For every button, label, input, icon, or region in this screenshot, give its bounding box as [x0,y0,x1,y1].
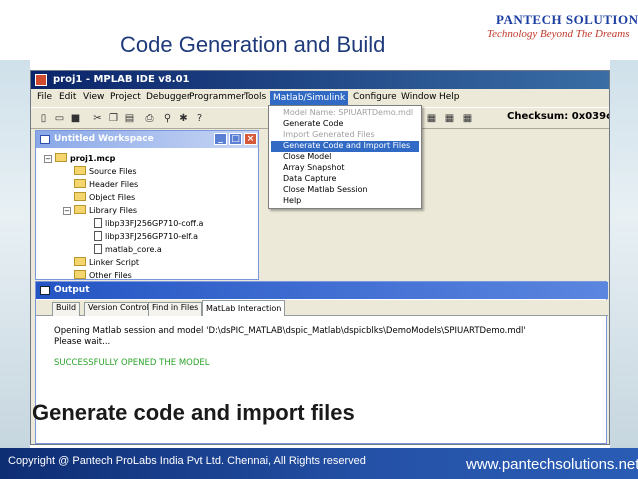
menu-item-close-model[interactable]: Close Model [271,152,419,163]
menu-item-import-generated-files: Import Generated Files [283,130,375,139]
menu-file[interactable]: File [37,92,52,102]
read-icon[interactable]: ▦ [461,112,474,125]
output-title-bar[interactable]: Output [36,282,608,299]
tree-file[interactable]: libp33FJ256GP710-elf.a [94,231,198,242]
save-icon[interactable]: ■ [69,112,82,125]
workspace-panel: Untitled Workspace _ □ × − proj1.mcp Sour… [35,130,259,280]
minimize-button[interactable]: _ [214,133,227,145]
tab-version-control[interactable]: Version Control [84,302,153,316]
menu-item-generate-code[interactable]: Generate Code [271,119,419,130]
collapse-icon[interactable]: − [44,155,52,163]
menu-matlab-simulink[interactable]: Matlab/Simulink [270,91,349,105]
ide-title-bar[interactable]: proj1 - MPLAB IDE v8.01 [31,71,609,89]
menu-tools[interactable]: Tools [244,92,266,102]
output-icon [40,286,50,295]
folder-icon [74,179,86,188]
tab-build[interactable]: Build [52,302,81,316]
decorative-right-strip [610,60,638,448]
menu-project[interactable]: Project [110,92,141,102]
print-icon[interactable]: ⎙ [143,112,156,125]
menu-window[interactable]: Window [401,92,437,102]
tree-file[interactable]: libp33FJ256GP710-coff.a [94,218,203,229]
debug-icon[interactable]: ✱ [177,112,190,125]
menu-item-array-snapshot[interactable]: Array Snapshot [271,163,419,174]
program-icon[interactable]: ▦ [425,112,438,125]
file-icon [94,218,102,228]
maximize-button[interactable]: □ [229,133,242,145]
tree-folder-source[interactable]: Source Files [74,166,137,177]
folder-icon [74,205,86,214]
workspace-icon [40,135,50,144]
footer-website: www.pantechsolutions.net [466,456,638,473]
matlab-simulink-dropdown: Model Name: SPIUARTDemo.mdl Generate Cod… [268,105,422,209]
output-tabs: Build Version Control Find in Files MatL… [36,300,608,316]
menu-item-close-matlab-session[interactable]: Close Matlab Session [271,185,419,196]
checksum-readout: Checksum: 0x039c [507,111,610,122]
menu-programmer[interactable]: Programmer [189,92,245,102]
tree-file[interactable]: matlab_core.a [94,244,162,255]
menu-edit[interactable]: Edit [59,92,76,102]
folder-icon [74,270,86,279]
folder-icon [74,166,86,175]
folder-icon [74,257,86,266]
footer-copyright: Copyright @ Pantech ProLabs India Pvt Lt… [8,455,366,467]
output-success-line: SUCCESSFULLY OPENED THE MODEL [54,358,210,368]
folder-icon [55,153,67,162]
tree-folder-other[interactable]: Other Files [74,270,132,279]
menu-item-generate-and-import[interactable]: Generate Code and Import Files [271,141,419,152]
folder-icon [74,192,86,201]
ide-title-text: proj1 - MPLAB IDE v8.01 [53,74,190,85]
tab-find-in-files[interactable]: Find in Files [148,302,203,316]
decorative-left-strip [0,60,30,448]
open-folder-icon[interactable]: ▭ [53,112,66,125]
slide-title: Code Generation and Build [120,32,386,57]
collapse-icon[interactable]: − [63,207,71,215]
find-icon[interactable]: ⚲ [161,112,174,125]
tree-folder-header[interactable]: Header Files [74,179,138,190]
tree-folder-linker[interactable]: Linker Script [74,257,139,268]
tree-folder-object[interactable]: Object Files [74,192,135,203]
menu-item-help[interactable]: Help [271,196,419,207]
verify-icon[interactable]: ▦ [443,112,456,125]
tab-matlab-interaction[interactable]: MatLab Interaction [202,300,286,316]
tree-project[interactable]: − proj1.mcp [44,153,115,164]
menu-debugger[interactable]: Debugger [146,92,191,102]
menu-bar: File Edit View Project Debugger Programm… [31,90,609,106]
menu-help[interactable]: Help [439,92,460,102]
paste-icon[interactable]: ▤ [123,112,136,125]
cut-icon[interactable]: ✂ [91,112,104,125]
output-title: Output [54,285,90,295]
menu-item-model-name: Model Name: SPIUARTDemo.mdl [283,108,414,117]
brand-logo: PANTECH SOLUTIONS [496,12,638,27]
copy-icon[interactable]: ❐ [107,112,120,125]
mplab-app-icon [35,74,47,86]
slide-caption: Generate code and import files [32,400,355,425]
menu-configure[interactable]: Configure [353,92,397,102]
file-icon [94,244,102,254]
output-line: Opening Matlab session and model 'D:\dsP… [54,326,526,336]
help-icon[interactable]: ? [193,112,206,125]
workspace-title: Untitled Workspace [54,134,154,144]
close-button[interactable]: × [244,133,257,145]
menu-item-data-capture[interactable]: Data Capture [271,174,419,185]
brand-tagline: Technology Beyond The Dreams [487,28,630,40]
menu-view[interactable]: View [83,92,104,102]
file-icon [94,231,102,241]
tree-folder-library[interactable]: − Library Files [63,205,137,216]
new-file-icon[interactable]: ▯ [37,112,50,125]
output-line: Please wait... [54,337,111,347]
